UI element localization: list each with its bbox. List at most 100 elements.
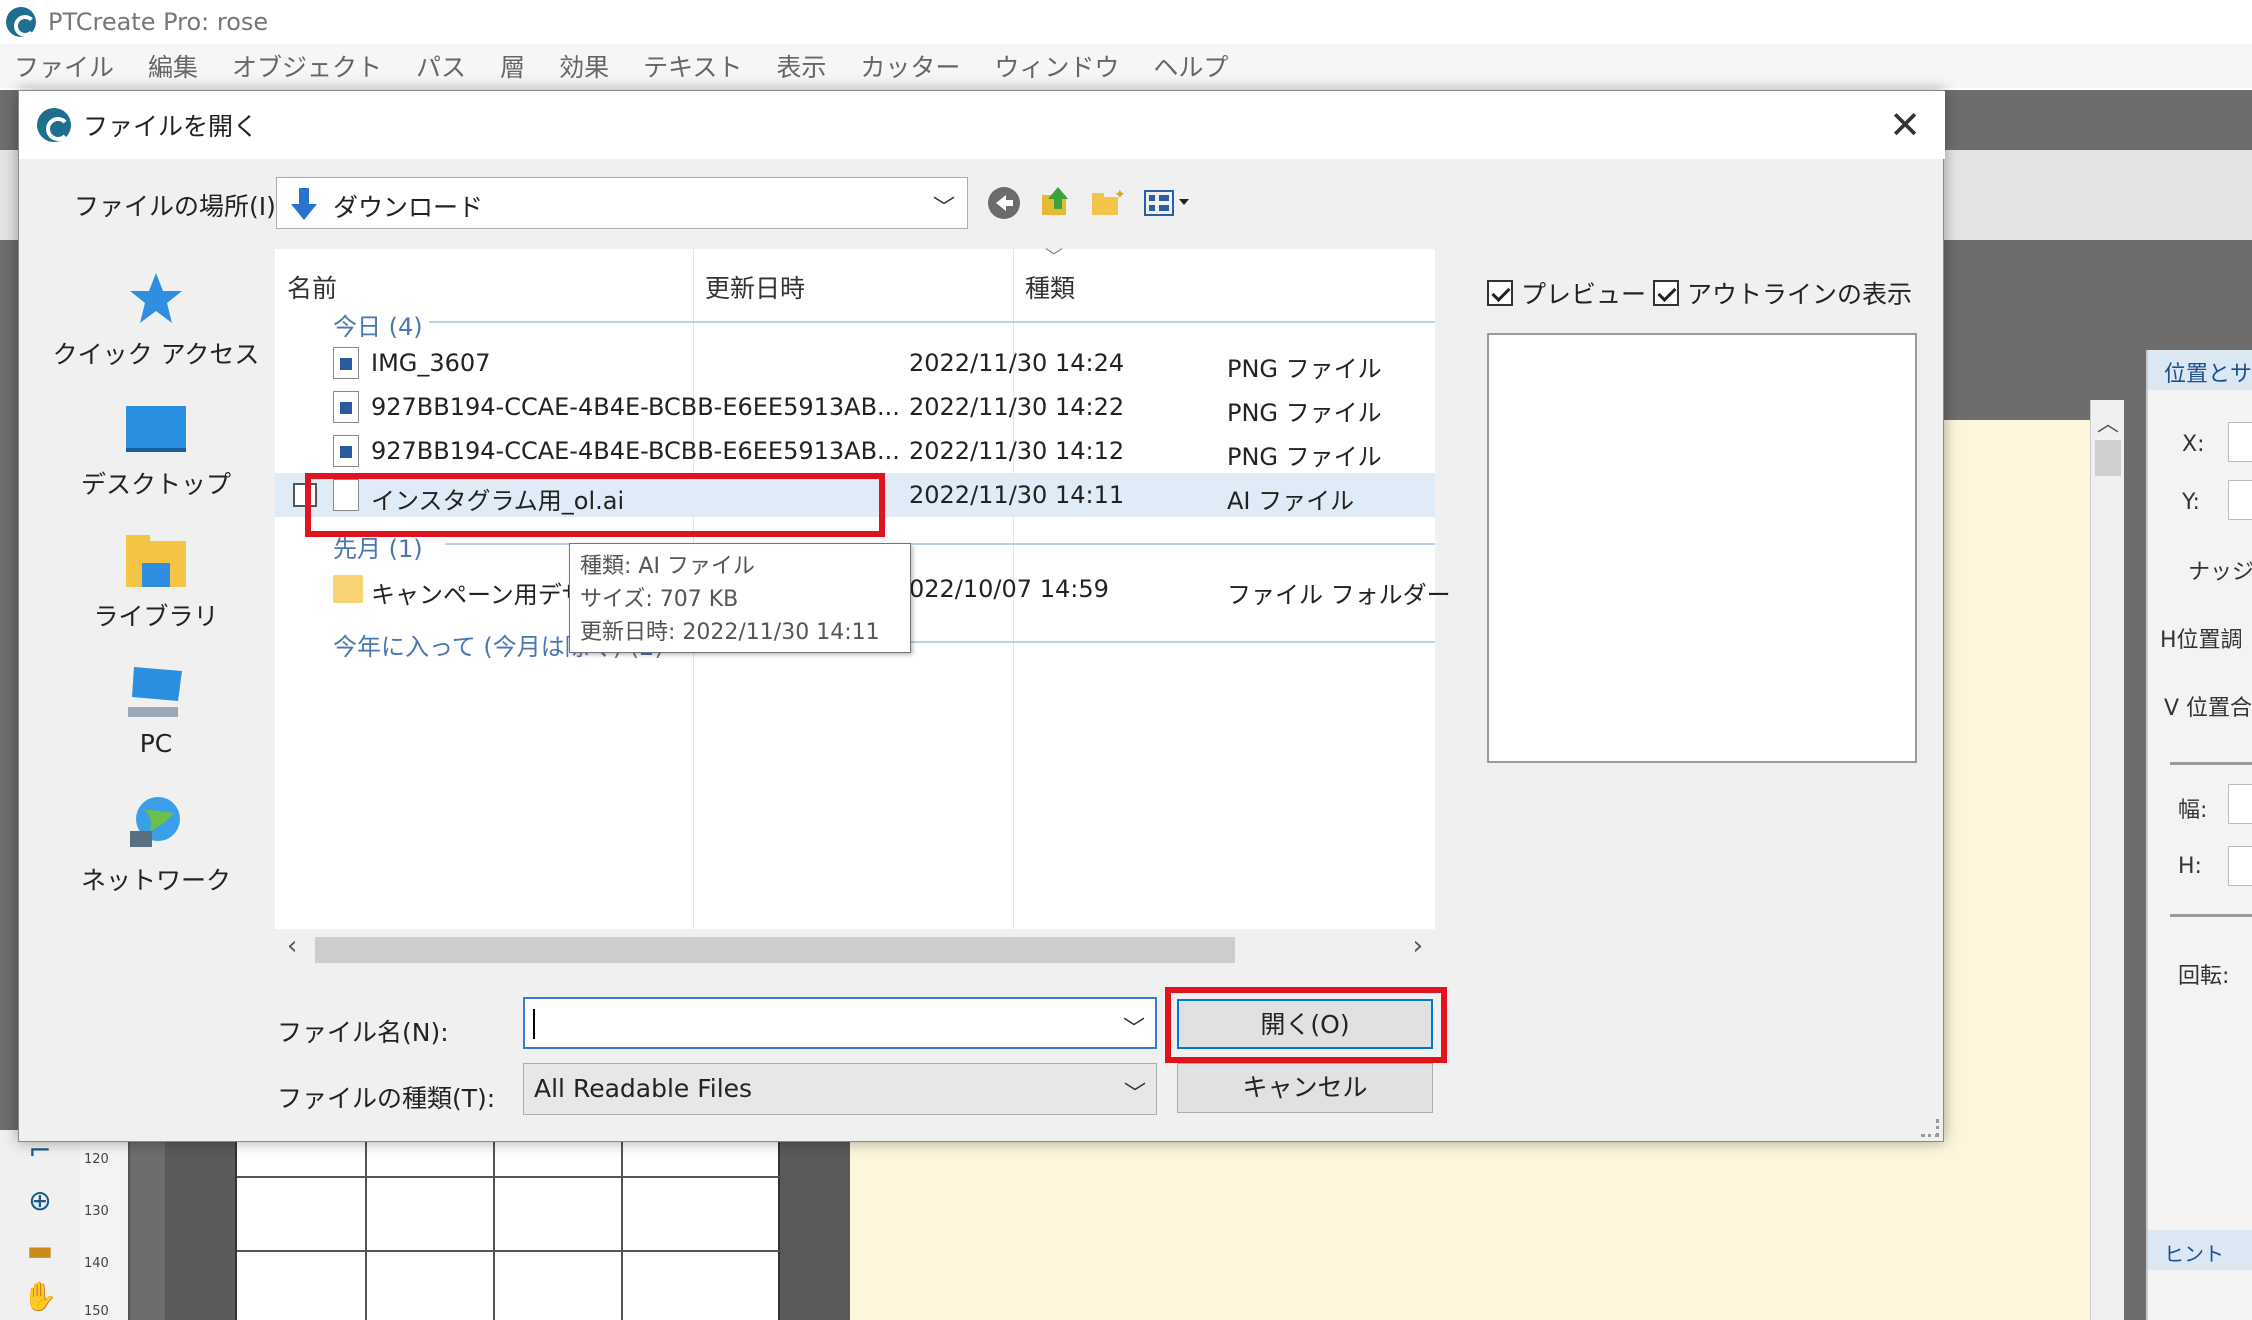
menu-cutter[interactable]: カッター [860, 48, 960, 84]
png-file-icon [333, 347, 359, 379]
outline-label: アウトラインの表示 [1687, 280, 1913, 309]
scroll-thumb[interactable] [315, 937, 1235, 963]
height-label: H: [2178, 854, 2202, 879]
file-info-tooltip: 種類: AI ファイル サイズ: 707 KB 更新日時: 2022/11/30… [569, 543, 911, 653]
menu-layer[interactable]: 層 [500, 48, 525, 84]
menu-effect[interactable]: 効果 [559, 48, 609, 84]
file-name: 927BB194-CCAE-4B4E-BCBB-E6EE5913AB... [371, 393, 900, 421]
file-modified: 2022/11/30 14:24 [909, 349, 1125, 377]
place-label: クイック アクセス [52, 340, 260, 369]
zoom-tool-icon[interactable]: ⊕ [20, 1184, 60, 1218]
ruler-tick-label: 130 [84, 1204, 109, 1219]
menubar: ファイル 編集 オブジェクト パス 層 効果 テキスト 表示 カッター ウィンド… [0, 44, 2252, 88]
x-input[interactable] [2228, 422, 2252, 462]
download-arrow-icon [291, 188, 317, 220]
resize-grip-icon[interactable] [1921, 1119, 1939, 1137]
up-folder-icon[interactable] [1036, 183, 1076, 223]
column-header-type[interactable]: 種類 [1013, 249, 1435, 321]
app-title: PTCreate Pro: rose [48, 8, 269, 36]
filename-input[interactable]: ﹀ [523, 997, 1157, 1049]
menu-object[interactable]: オブジェクト [232, 48, 382, 84]
filetype-value: All Readable Files [534, 1074, 753, 1103]
cancel-button[interactable]: キャンセル [1177, 1063, 1433, 1113]
preview-pane [1487, 333, 1917, 763]
svg-text:✦: ✦ [1114, 187, 1126, 203]
file-row[interactable]: 927BB194-CCAE-4B4E-BCBB-E6EE5913AB... 20… [275, 429, 1435, 473]
grid-line [365, 1140, 367, 1320]
scroll-thumb[interactable] [2095, 440, 2121, 476]
folder-icon [333, 575, 363, 603]
place-label: PC [139, 729, 173, 758]
x-label: X: [2182, 432, 2205, 457]
grid-line [237, 1250, 782, 1252]
menu-edit[interactable]: 編集 [148, 48, 198, 84]
canvas-area-lower[interactable] [850, 1140, 2090, 1320]
file-row[interactable]: 927BB194-CCAE-4B4E-BCBB-E6EE5913AB... 20… [275, 385, 1435, 429]
column-header-modified[interactable]: 更新日時 [693, 249, 1013, 321]
file-modified: 2022/11/30 14:22 [909, 393, 1125, 421]
desktop-icon [124, 397, 188, 461]
file-name: IMG_3607 [371, 349, 491, 377]
hand-tool-icon[interactable]: ✋ [20, 1280, 60, 1314]
scroll-right-icon[interactable]: › [1413, 931, 1423, 961]
filetype-dropdown[interactable]: All Readable Files ﹀ [523, 1063, 1157, 1115]
place-network[interactable]: ネットワーク [34, 793, 278, 913]
preview-label: プレビュー [1521, 280, 1647, 309]
ruler-tick-label: 120 [84, 1152, 109, 1167]
place-pc[interactable]: PC [34, 661, 278, 781]
tooltip-type: 種類: AI ファイル [580, 554, 755, 579]
menu-view[interactable]: 表示 [776, 48, 826, 84]
new-folder-icon[interactable]: ✦ [1088, 183, 1128, 223]
menu-text[interactable]: テキスト [643, 48, 742, 84]
group-today[interactable]: 今日 (4) [333, 307, 423, 342]
panel-divider-2 [2170, 914, 2252, 917]
ruler-tool-icon[interactable]: ▬ [20, 1234, 60, 1268]
app-titlebar: PTCreate Pro: rose [0, 0, 2252, 44]
ruler-tick-label: 150 [84, 1304, 109, 1319]
file-row[interactable]: IMG_3607 2022/11/30 14:24 PNG ファイル [275, 341, 1435, 385]
view-menu-icon[interactable] [1140, 183, 1194, 223]
place-label: デスクトップ [80, 470, 231, 499]
menu-help[interactable]: ヘルプ [1153, 48, 1228, 84]
menu-window[interactable]: ウィンドウ [994, 48, 1119, 84]
file-modified: 2022/11/30 14:12 [909, 437, 1125, 465]
artboard[interactable] [235, 1140, 782, 1320]
chevron-down-icon: ﹀ [932, 196, 955, 221]
hint-header: ヒント [2148, 1230, 2252, 1270]
rotate-label: 回転: [2178, 964, 2230, 989]
network-globe-icon [124, 793, 188, 857]
file-type: AI ファイル [1227, 487, 1355, 515]
place-library[interactable]: ライブラリ [34, 529, 278, 649]
open-button[interactable]: 開く(O) [1177, 999, 1433, 1049]
position-size-panel: 位置とサ X: Y: ナッジ: H位置調 V 位置合 幅: H: 回転: ヒント [2146, 350, 2252, 1320]
canvas-vertical-scrollbar[interactable]: ︿ [2090, 400, 2124, 1320]
dialog-title: ファイルを開く [83, 112, 259, 141]
menu-file[interactable]: ファイル [14, 48, 114, 84]
navigation-toolbar: ✦ [984, 177, 1206, 229]
panel-divider [2170, 762, 2252, 765]
grid-line [621, 1140, 623, 1320]
back-icon[interactable] [984, 183, 1024, 223]
height-input[interactable] [2228, 846, 2252, 886]
menu-path[interactable]: パス [416, 48, 466, 84]
place-quick-access[interactable]: クイック アクセス [34, 267, 278, 387]
close-icon[interactable]: ✕ [1883, 103, 1927, 147]
y-input[interactable] [2228, 480, 2252, 520]
location-dropdown[interactable]: ダウンロード ﹀ [276, 177, 968, 229]
place-desktop[interactable]: デスクトップ [34, 397, 278, 517]
star-icon [124, 267, 188, 331]
filetype-label: ファイルの種類(T): [277, 1084, 496, 1113]
file-type: PNG ファイル [1227, 399, 1382, 427]
scroll-up-icon[interactable]: ︿ [2097, 406, 2119, 438]
scroll-left-icon[interactable]: ‹ [287, 931, 297, 961]
outline-checkbox[interactable]: アウトラインの表示 [1653, 275, 1912, 311]
ptcreate-logo-icon [6, 7, 36, 37]
ruler-tick-label: 140 [84, 1256, 109, 1271]
y-label: Y: [2182, 490, 2200, 515]
nudge-label: ナッジ: [2188, 560, 2252, 585]
file-list-horizontal-scrollbar[interactable]: ‹ › [275, 929, 1435, 969]
width-input[interactable] [2228, 784, 2252, 824]
chevron-down-icon[interactable]: ﹀ [1123, 1011, 1145, 1043]
preview-checkbox[interactable]: プレビュー [1487, 275, 1646, 311]
group-divider [429, 321, 1435, 323]
